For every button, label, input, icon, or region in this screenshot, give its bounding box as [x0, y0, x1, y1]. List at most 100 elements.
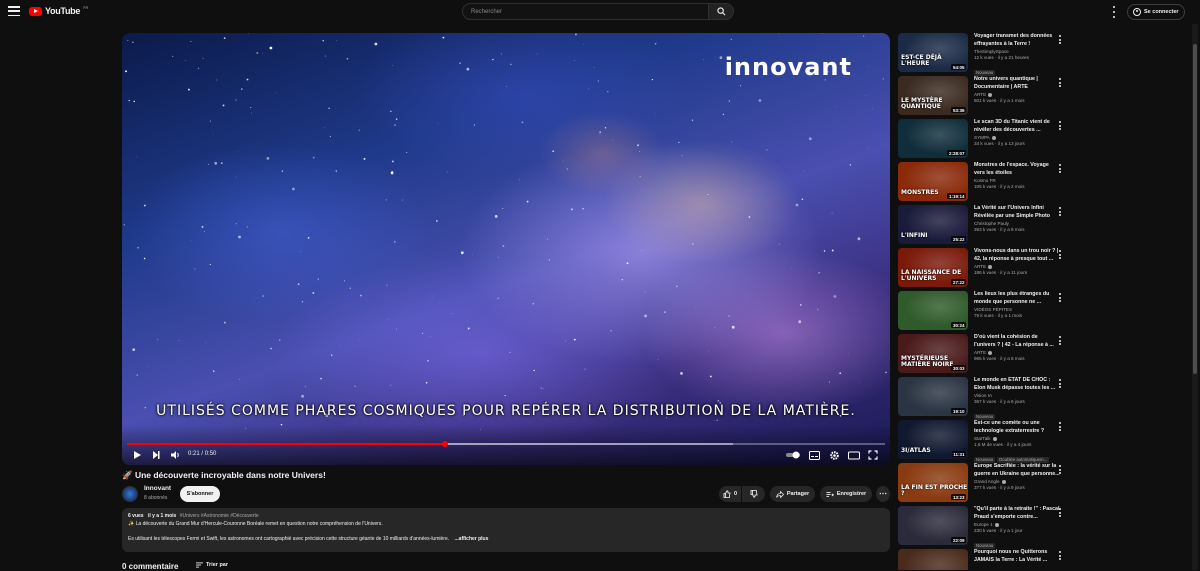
save-button[interactable]: Enregistrer [820, 486, 872, 502]
video-player[interactable]: innovant UTILISÉS COMME PHARES COSMIQUES… [122, 33, 890, 465]
sort-label: Trier par [206, 562, 228, 568]
recommendation-thumbnail[interactable]: LE MYSTÈRE QUANTIQUE53:36 [898, 76, 968, 115]
playlist-add-icon [826, 491, 834, 498]
dislike-button[interactable] [742, 486, 765, 502]
search-input[interactable]: Rechercher [462, 3, 709, 20]
show-more-link[interactable]: ...afficher plus [455, 536, 489, 542]
settings-button[interactable] [829, 449, 840, 461]
logo-text: YouTube [45, 6, 80, 16]
recommendation-thumbnail[interactable]: 19:10 [898, 377, 968, 416]
recommendation-title: Voyager transmet des données effrayantes… [974, 33, 1060, 48]
theater-mode-button[interactable] [848, 449, 860, 461]
more-options-icon[interactable] [1058, 422, 1062, 431]
save-label: Enregistrer [837, 491, 866, 497]
more-actions-button[interactable]: ⋯ [876, 486, 890, 502]
recommendation-item[interactable]: 19:10Le monde en ÉTAT DE CHOC : Elon Mus… [898, 377, 1072, 420]
volume-icon [170, 450, 181, 460]
page-scrollbar[interactable] [1192, 24, 1198, 570]
youtube-logo[interactable]: YouTube FR [29, 6, 88, 16]
recommendation-title: Vivons-nous dans un trou noir ? | 42, la… [974, 248, 1060, 263]
search-button[interactable] [709, 3, 734, 20]
more-options-icon[interactable] [1058, 35, 1062, 44]
recommendation-thumbnail[interactable]: LA FIN EST PROCHE ?13:23 [898, 463, 968, 502]
more-options-icon[interactable] [1058, 465, 1062, 474]
recommendation-thumbnail[interactable]: LA NAISSANCE DE L'UNIVERS27:22 [898, 248, 968, 287]
recommendation-item[interactable]: LE MYSTÈRE QUANTIQUE53:36 Notre univers q… [898, 76, 1072, 119]
recommendation-thumbnail[interactable]: L'INFINI25:22 [898, 205, 968, 244]
recommendation-details: Le monde en ÉTAT DE CHOC : Elon Musk dép… [974, 377, 1060, 420]
video-duration: 30:24 [951, 322, 966, 328]
verified-icon [993, 437, 997, 441]
dubbed-badge: Doublée automatiquem... [997, 457, 1049, 463]
recommendation-item[interactable]: MYSTÉRIEUSE MATIÈRE NOIRE30:03D'où vient… [898, 334, 1072, 377]
next-button[interactable] [151, 449, 161, 461]
recommendation-thumbnail[interactable]: LA FIN D'UN RÊVE ? [898, 549, 968, 570]
subscribe-button[interactable]: S'abonner [180, 486, 220, 502]
subtitles-button[interactable] [809, 449, 820, 461]
like-button[interactable]: 0 [719, 486, 741, 502]
scrollbar-thumb[interactable] [1193, 44, 1197, 374]
new-badge: Nouveau [974, 414, 995, 420]
more-options-icon[interactable] [1058, 293, 1062, 302]
more-options-icon[interactable] [1058, 78, 1062, 87]
recommendation-item[interactable]: LA NAISSANCE DE L'UNIVERS27:22 Vivons-nou… [898, 248, 1072, 291]
description-box[interactable]: 6 vues il y a 1 mois #Univers #Astronomi… [122, 508, 890, 552]
recommendation-thumbnail[interactable]: 2:28:07 [898, 119, 968, 158]
recommendation-thumbnail[interactable]: MYSTÉRIEUSE MATIÈRE NOIRE30:03 [898, 334, 968, 373]
channel-avatar[interactable] [122, 486, 138, 502]
channel-name[interactable]: Innovant [144, 485, 171, 492]
more-options-icon[interactable] [1058, 164, 1062, 173]
more-options-icon[interactable] [1058, 121, 1062, 130]
recommendation-thumbnail[interactable]: EST-CE DÉJÀ L'HEURE54:05 [898, 33, 968, 72]
recommendation-details: Les lieux les plus étranges du monde que… [974, 291, 1060, 334]
recommendation-thumbnail[interactable]: 30:24 [898, 291, 968, 330]
more-options-icon[interactable] [1058, 207, 1062, 216]
recommendation-item[interactable]: 30:24 Les lieux les plus étranges du mond… [898, 291, 1072, 334]
recommendation-meta: 965 k vues · il y a 8 mois [974, 356, 1060, 362]
recommendation-item[interactable]: 2:28:07Le scan 3D du Titanic vient de ré… [898, 119, 1072, 162]
recommendation-title: Pourquoi nous ne Quitterons JAMAIS la Te… [974, 549, 1060, 564]
more-options-icon[interactable] [1058, 508, 1062, 517]
recommendation-item[interactable]: LA FIN D'UN RÊVE ? Pourquoi nous ne Quitt… [898, 549, 1072, 570]
more-options-icon[interactable] [1058, 250, 1062, 259]
recommendation-details: Monstres de l'espace. Voyage vers les ét… [974, 162, 1060, 205]
controls-overlay [122, 425, 890, 465]
recommendation-meta: 377 k vues · il y a 9 jours [974, 485, 1060, 491]
sort-comments-button[interactable]: Trier par [196, 562, 228, 568]
signin-button[interactable]: Se connecter [1127, 4, 1185, 20]
verified-icon [988, 93, 992, 97]
recommendation-item[interactable]: MONSTRES1:19:14Monstres de l'espace. Voy… [898, 162, 1072, 205]
verified-icon [992, 136, 996, 140]
fullscreen-button[interactable] [868, 449, 878, 461]
autoplay-toggle[interactable] [786, 449, 802, 461]
recommendation-thumbnail[interactable]: MONSTRES1:19:14 [898, 162, 968, 201]
recommendation-item[interactable]: L'INFINI25:22La Vérité sur l'Univers Inf… [898, 205, 1072, 248]
progress-bar[interactable] [127, 443, 885, 445]
more-options-icon[interactable] [1058, 551, 1062, 560]
recommendation-title: Notre univers quantique | Documentaire |… [974, 76, 1060, 91]
recommendation-details: Europe Sacrifiée : la vérité sur la guer… [974, 463, 1060, 506]
recommendation-item[interactable]: EST-CE DÉJÀ L'HEURE54:05 Voyager transmet… [898, 33, 1072, 76]
menu-icon[interactable] [8, 6, 20, 16]
hashtags[interactable]: #Univers #Astronomie #Découverte [180, 513, 259, 519]
more-options-icon[interactable] [1058, 336, 1062, 345]
recommendation-thumbnail[interactable]: 22:09 [898, 506, 968, 545]
progress-played [127, 443, 445, 445]
recommendation-item[interactable]: 22:09"Qu'il parte à la retraite !" : Pas… [898, 506, 1072, 549]
recommendation-item[interactable]: 3I/ATLAS11:31Est-ce une comète ou une te… [898, 420, 1072, 463]
volume-button[interactable] [170, 449, 181, 461]
video-duration: 13:23 [951, 494, 966, 500]
time-total: 0:50 [205, 451, 217, 457]
recommendation-details: Est-ce une comète ou une technologie ext… [974, 420, 1060, 463]
fullscreen-icon [868, 450, 878, 460]
verified-icon [988, 351, 992, 355]
play-button[interactable] [132, 449, 142, 461]
share-button[interactable]: Partager [770, 486, 815, 502]
subscriber-count: 8 abonnés [144, 495, 167, 501]
settings-more-icon[interactable] [1112, 6, 1116, 18]
verified-icon [995, 523, 999, 527]
video-title: 🚀 Une découverte incroyable dans notre U… [122, 470, 326, 481]
recommendation-thumbnail[interactable]: 3I/ATLAS11:31 [898, 420, 968, 459]
more-options-icon[interactable] [1058, 379, 1062, 388]
recommendation-item[interactable]: LA FIN EST PROCHE ?13:23Europe Sacrifiée… [898, 463, 1072, 506]
